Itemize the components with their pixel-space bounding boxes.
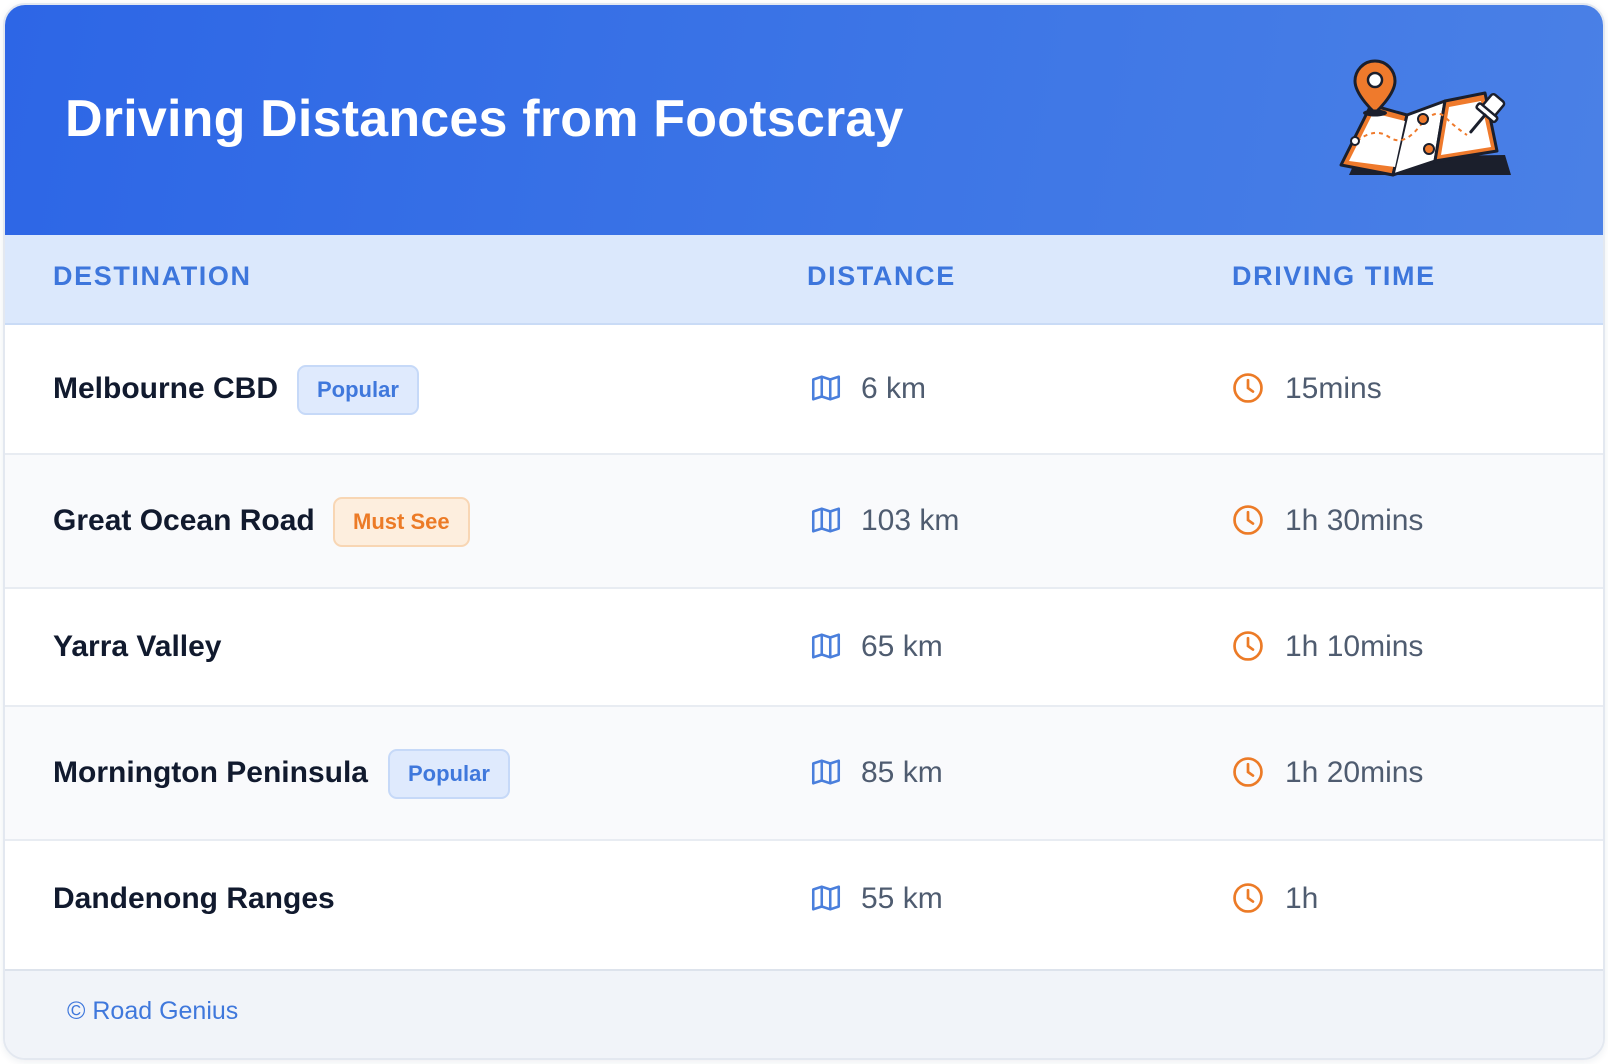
driving-time-value: 1h 30mins [1285,504,1424,537]
table-row: Mornington Peninsula Popular 85 km 1h 20… [5,707,1603,841]
driving-time-value: 1h [1285,882,1319,915]
footer: © Road Genius [5,971,1603,1058]
header-banner: Driving Distances from Footscray [5,5,1603,235]
table-header-row: DESTINATION DISTANCE DRIVING TIME [5,235,1603,325]
distance-value: 65 km [861,630,943,663]
map-icon [811,507,841,533]
distance-table-card: Driving Distances from Footscray DESTINA… [3,3,1605,1060]
clock-icon [1233,631,1263,661]
clock-icon [1233,883,1263,913]
page-title: Driving Distances from Footscray [65,90,904,148]
distance-value: 55 km [861,882,943,915]
copyright-text: © Road Genius [67,997,239,1025]
column-header-distance: DISTANCE [807,261,956,291]
destination-name: Yarra Valley [53,630,222,663]
table-row: Yarra Valley 65 km 1h 10mins [5,589,1603,707]
status-badge: Must See [333,497,470,547]
map-icon [811,633,841,659]
table-row: Melbourne CBD Popular 6 km 15mins [5,325,1603,455]
distance-value: 103 km [861,504,960,537]
distance-value: 6 km [861,372,927,405]
driving-time-value: 1h 10mins [1285,630,1424,663]
clock-icon [1233,757,1263,787]
map-icon [811,759,841,785]
table-row: Great Ocean Road Must See 103 km 1h 30mi… [5,455,1603,589]
destination-name: Mornington Peninsula [53,756,368,789]
destination-name: Great Ocean Road [53,504,315,537]
folded-map-with-location-pin-icon [1339,59,1511,177]
map-icon [811,885,841,911]
status-badge: Popular [297,365,419,415]
clock-icon [1233,505,1263,535]
distance-value: 85 km [861,756,943,789]
driving-time-value: 15mins [1285,372,1382,405]
destination-name: Dandenong Ranges [53,882,335,915]
map-icon [811,375,841,401]
column-header-driving-time: DRIVING TIME [1232,261,1436,291]
clock-icon [1233,373,1263,403]
driving-time-value: 1h 20mins [1285,756,1424,789]
destination-name: Melbourne CBD [53,372,278,405]
status-badge: Popular [388,749,510,799]
table-row: Dandenong Ranges 55 km 1h [5,841,1603,971]
column-header-destination: DESTINATION [53,261,252,291]
